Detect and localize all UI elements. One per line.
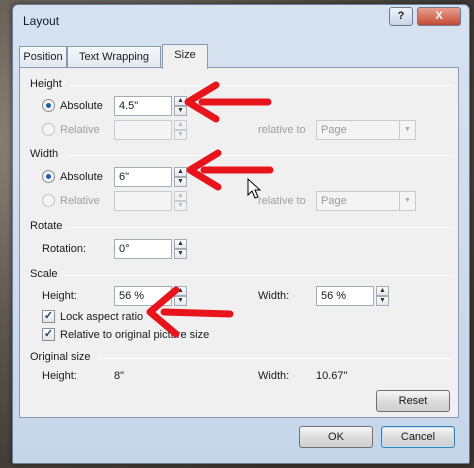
height-absolute-label: Absolute	[60, 100, 103, 112]
layout-dialog: Layout ? X Position Text Wrapping Size H…	[12, 4, 470, 464]
spin-down-icon[interactable]: ▼	[174, 130, 187, 140]
width-absolute-label: Absolute	[60, 171, 103, 183]
rotation-spinner[interactable]: ▲ ▼	[174, 239, 187, 259]
width-relative-to-value: Page	[321, 195, 347, 207]
rotate-heading: Rotate	[30, 220, 63, 232]
title-bar: Layout ? X	[13, 5, 469, 35]
close-button[interactable]: X	[417, 7, 461, 26]
height-absolute-input[interactable]: 4.5"	[114, 96, 172, 116]
scale-width-label: Width:	[258, 290, 290, 302]
width-relative-input[interactable]	[114, 191, 172, 211]
cancel-button[interactable]: Cancel	[381, 426, 455, 448]
height-relative-input[interactable]	[114, 120, 172, 140]
rotate-divider	[68, 227, 452, 228]
spin-up-icon[interactable]: ▲	[376, 286, 389, 296]
dropdown-icon[interactable]: ▼	[399, 192, 415, 210]
lock-aspect-label: Lock aspect ratio	[60, 311, 144, 323]
annotation-arrow-height	[184, 81, 272, 123]
spin-down-icon[interactable]: ▼	[174, 201, 187, 211]
width-relative-spinner[interactable]: ▲ ▼	[174, 191, 187, 211]
scale-heading: Scale	[30, 268, 58, 280]
width-absolute-radio[interactable]	[42, 170, 55, 183]
tab-size[interactable]: Size	[162, 44, 208, 69]
scale-divider	[62, 275, 452, 276]
height-relative-radio[interactable]	[42, 123, 55, 136]
rotation-input[interactable]: 0°	[114, 239, 172, 259]
width-relative-to-select[interactable]: Page ▼	[316, 191, 416, 211]
scale-height-label: Height:	[42, 290, 77, 302]
original-height-label: Height:	[42, 370, 77, 382]
height-heading: Height	[30, 78, 62, 90]
height-relative-to-value: Page	[321, 124, 347, 136]
scale-width-spinner[interactable]: ▲ ▼	[376, 286, 389, 306]
width-absolute-input[interactable]: 6"	[114, 167, 172, 187]
tab-text-wrapping[interactable]: Text Wrapping	[67, 46, 161, 68]
original-size-heading: Original size	[30, 351, 91, 363]
original-width-label: Width:	[258, 370, 290, 382]
dropdown-icon[interactable]: ▼	[399, 121, 415, 139]
height-relative-to-select[interactable]: Page ▼	[316, 120, 416, 140]
height-absolute-radio[interactable]	[42, 99, 55, 112]
scale-width-input[interactable]: 56 %	[316, 286, 374, 306]
height-relative-label: Relative	[60, 124, 100, 136]
mouse-cursor-icon	[247, 178, 262, 199]
spin-up-icon[interactable]: ▲	[174, 239, 187, 249]
width-relative-radio[interactable]	[42, 194, 55, 207]
width-heading: Width	[30, 148, 59, 160]
rotation-label: Rotation:	[42, 243, 87, 255]
height-relative-to-label: relative to	[258, 124, 306, 136]
help-button[interactable]: ?	[389, 7, 413, 26]
reset-button[interactable]: Reset	[376, 390, 450, 412]
ok-button[interactable]: OK	[299, 426, 373, 448]
window-title: Layout	[23, 14, 60, 28]
spin-down-icon[interactable]: ▼	[376, 296, 389, 306]
tab-position[interactable]: Position	[19, 46, 67, 68]
relative-original-checkbox[interactable]: ✓	[42, 328, 55, 341]
spin-down-icon[interactable]: ▼	[174, 249, 187, 259]
width-relative-label: Relative	[60, 195, 100, 207]
annotation-arrow-lock-aspect	[146, 286, 234, 338]
lock-aspect-checkbox[interactable]: ✓	[42, 310, 55, 323]
width-relative-to-label: relative to	[258, 195, 306, 207]
spin-up-icon[interactable]: ▲	[174, 191, 187, 201]
original-size-divider	[98, 358, 452, 359]
original-width-value: 10.67"	[316, 370, 348, 382]
original-height-value: 8"	[114, 370, 125, 382]
